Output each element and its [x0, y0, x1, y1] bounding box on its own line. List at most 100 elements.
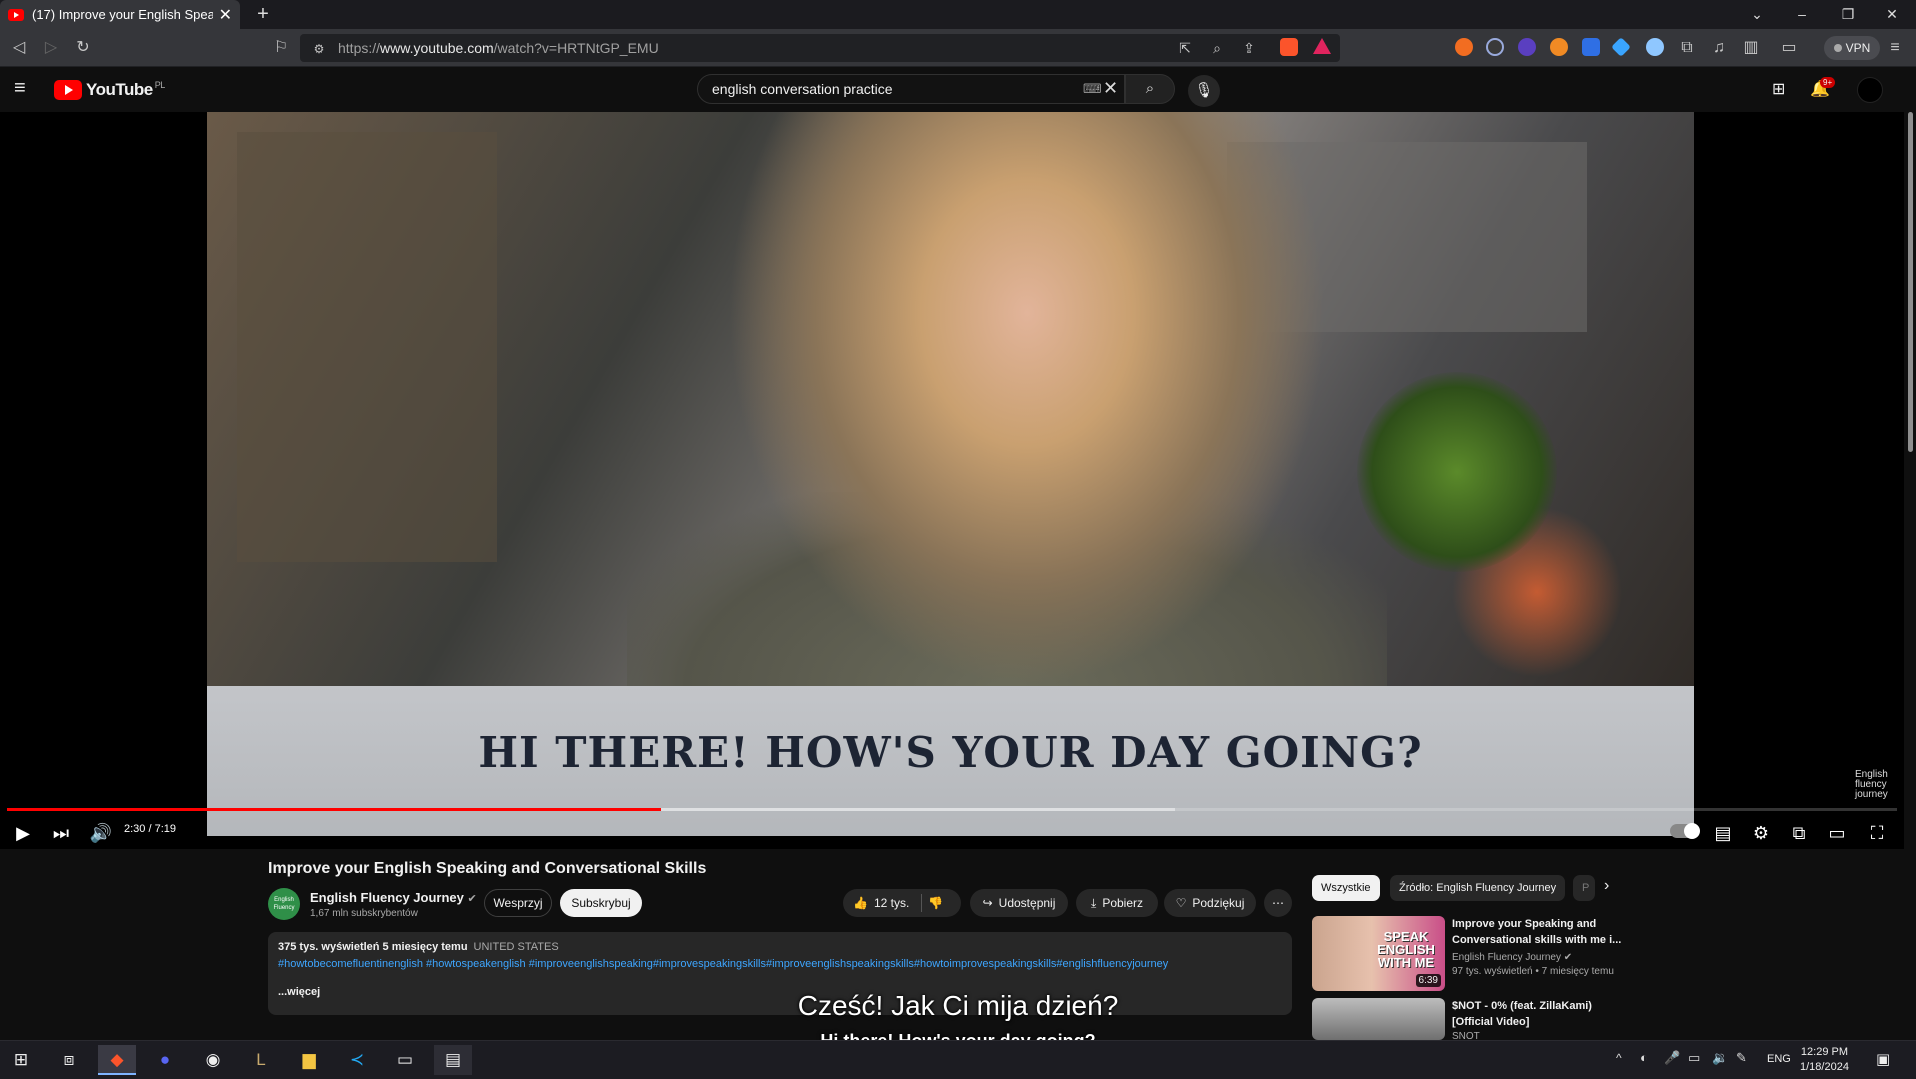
chip-truncated[interactable]: P — [1573, 875, 1595, 901]
close-window-button[interactable]: ✕ — [1880, 4, 1904, 24]
create-video-icon[interactable]: ⊞ — [1772, 79, 1785, 99]
video-location: UNITED STATES — [473, 941, 559, 953]
chip-source-channel[interactable]: Źródło: English Fluency Journey — [1390, 875, 1566, 901]
related-thumbnail[interactable]: SPEAK ENGLISH WITH ME 6:39 — [1312, 916, 1445, 991]
hashtags[interactable]: #howtobecomefluentinenglish #howtospeake… — [278, 958, 1282, 970]
tray-microphone-icon[interactable]: 🎤 — [1664, 1050, 1680, 1066]
search-button[interactable]: ⌕ — [1125, 74, 1175, 104]
scrollbar-thumb[interactable] — [1908, 112, 1913, 452]
verified-check-icon: ✔ — [467, 893, 477, 905]
wallet-icon[interactable]: ▭ — [1778, 37, 1800, 59]
restore-button[interactable]: ❐ — [1836, 4, 1860, 24]
tray-pen-icon[interactable]: ✎ — [1736, 1050, 1747, 1066]
settings-gear-icon[interactable]: ⚙ — [1746, 818, 1776, 848]
channel-avatar[interactable]: English Fluency — [268, 888, 300, 920]
forward-icon[interactable]: ▷ — [40, 37, 62, 59]
windows-start-icon[interactable]: ⊞ — [2, 1045, 40, 1075]
related-title[interactable]: Improve your Speaking and Conversational… — [1452, 916, 1627, 948]
related-thumbnail[interactable] — [1312, 998, 1445, 1040]
task-view-icon[interactable]: ⧈ — [50, 1045, 88, 1075]
fullscreen-icon[interactable]: ⛶ — [1862, 818, 1892, 848]
channel-watermark[interactable]: English fluency journey — [1855, 770, 1888, 800]
browser-menu-icon[interactable]: ≡ — [1884, 37, 1906, 59]
extension-2-icon[interactable] — [1486, 38, 1504, 56]
region-code: PL — [154, 80, 166, 90]
miniplayer-icon[interactable]: ⧉ — [1784, 818, 1814, 848]
vscode-taskbar-icon[interactable]: ≺ — [338, 1045, 376, 1075]
notification-center-icon[interactable]: ▣ — [1876, 1050, 1890, 1068]
vpn-button[interactable]: VPN — [1824, 36, 1880, 60]
bookmark-icon[interactable]: ⚐ — [270, 37, 292, 59]
like-count[interactable]: 12 tys. — [874, 896, 909, 910]
brave-shields-icon[interactable] — [1280, 38, 1298, 56]
support-button[interactable]: Wesprzyj — [484, 889, 552, 917]
clear-search-icon[interactable]: ✕ — [1103, 78, 1118, 99]
play-button-icon[interactable]: ▶ — [8, 818, 38, 848]
watermark-line: journey — [1855, 789, 1888, 800]
hamburger-menu-icon[interactable]: ≡ — [14, 78, 26, 98]
share-button[interactable]: ↪ Udostępnij — [970, 889, 1068, 917]
new-tab-button[interactable]: + — [252, 3, 274, 25]
tray-discord-icon[interactable]: ◐ — [1640, 1050, 1648, 1065]
download-button[interactable]: ⤓ Pobierz — [1076, 889, 1158, 917]
dislike-icon[interactable]: 👎 — [928, 896, 943, 910]
keyboard-icon[interactable]: ⌨ — [1083, 81, 1102, 97]
related-title[interactable]: $NOT - 0% (feat. ZillaKami) [Official Vi… — [1452, 998, 1627, 1030]
thanks-button[interactable]: ♡ Podziękuj — [1164, 889, 1256, 917]
page-scrollbar[interactable] — [1905, 112, 1916, 1040]
extension-4-icon[interactable] — [1550, 38, 1568, 56]
brave-browser-taskbar-icon[interactable]: ◆ — [98, 1045, 136, 1075]
chip-all[interactable]: Wszystkie — [1312, 875, 1380, 901]
league-client-taskbar-icon[interactable]: L — [242, 1045, 280, 1075]
extensions-puzzle-icon[interactable]: ⧉ — [1676, 37, 1698, 59]
theater-mode-icon[interactable]: ▭ — [1822, 818, 1852, 848]
like-icon[interactable]: 👍 — [853, 896, 868, 910]
account-avatar[interactable] — [1857, 77, 1883, 103]
extension-1-icon[interactable] — [1455, 38, 1473, 56]
autoplay-toggle[interactable] — [1670, 823, 1700, 839]
brave-rewards-icon[interactable] — [1313, 38, 1331, 54]
time-display: 2:30 / 7:19 — [124, 823, 176, 835]
youtube-logo[interactable]: YouTube PL — [54, 80, 165, 100]
extension-5-icon[interactable] — [1582, 38, 1600, 56]
file-explorer-taskbar-icon[interactable]: ▆ — [290, 1045, 328, 1075]
tab-close-icon[interactable]: ✕ — [219, 5, 232, 25]
reload-icon[interactable]: ↻ — [72, 37, 94, 59]
browser-tab-active[interactable]: (17) Improve your English Speaki... ✕ — [0, 0, 240, 29]
app-taskbar-icon[interactable]: ▤ — [434, 1045, 472, 1075]
terminal-taskbar-icon[interactable]: ▭ — [386, 1045, 424, 1075]
tray-network-icon[interactable]: ▭ — [1688, 1050, 1700, 1066]
discord-taskbar-icon[interactable]: ● — [146, 1045, 184, 1075]
input-language[interactable]: ENG — [1767, 1053, 1791, 1065]
notification-badge: 9+ — [1820, 77, 1836, 88]
sidebar-toggle-icon[interactable]: ▥ — [1740, 37, 1762, 59]
related-channel: English Fluency Journey ✔ — [1452, 952, 1572, 963]
subscribe-button[interactable]: Subskrybuj — [560, 889, 642, 917]
channel-name[interactable]: English Fluency Journey ✔ — [310, 890, 477, 905]
subtitles-cc-icon[interactable]: ▤ — [1708, 818, 1738, 848]
minimize-button[interactable]: – — [1790, 4, 1814, 24]
media-music-icon[interactable]: ♫ — [1708, 37, 1730, 59]
clock-date: 1/18/2024 — [1800, 1061, 1849, 1073]
show-hidden-icons-chevron[interactable]: ^ — [1616, 1051, 1622, 1065]
search-icon: ⌕ — [1145, 80, 1155, 97]
search-input[interactable]: english conversation practice ⌨ ✕ — [697, 74, 1125, 104]
share-label: Udostępnij — [998, 896, 1056, 910]
open-in-app-icon[interactable]: ⇱ — [1174, 37, 1196, 59]
zoom-icon[interactable]: ⌕ — [1206, 37, 1228, 59]
chips-next-chevron-icon[interactable]: › — [1604, 877, 1609, 895]
extension-3-icon[interactable] — [1518, 38, 1536, 56]
github-desktop-taskbar-icon[interactable]: ◉ — [194, 1045, 232, 1075]
tab-search-chevron-icon[interactable]: ⌄ — [1745, 4, 1769, 24]
tray-volume-icon[interactable]: 🔉 — [1712, 1050, 1728, 1066]
volume-icon[interactable]: 🔊 — [86, 818, 116, 848]
extension-7-icon[interactable] — [1646, 38, 1664, 56]
site-settings-icon[interactable]: ⚙ — [308, 38, 330, 60]
back-icon[interactable]: ◁ — [8, 37, 30, 59]
system-clock[interactable]: 12:29 PM 1/18/2024 — [1800, 1045, 1849, 1075]
video-scene-plaque — [237, 132, 497, 562]
voice-search-mic-icon[interactable]: 🎙 — [1188, 75, 1220, 107]
more-actions-icon[interactable]: ⋯ — [1264, 889, 1292, 917]
share-page-icon[interactable]: ⇪ — [1238, 37, 1260, 59]
next-video-icon[interactable]: ⏭ — [46, 818, 76, 848]
